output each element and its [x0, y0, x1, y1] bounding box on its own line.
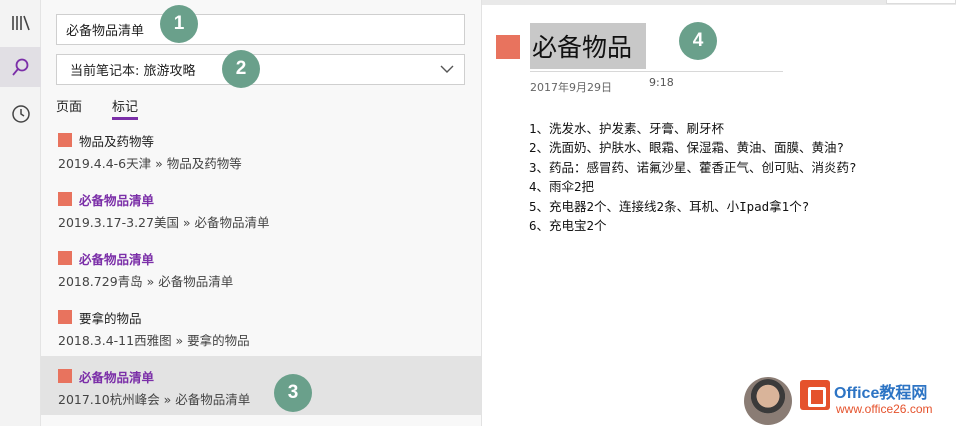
result-title: 物品及药物等 [79, 134, 155, 149]
chevron-down-icon [440, 63, 454, 79]
note-line: 2、洗面奶、护肤水、眼霜、保湿霜、黄油、面膜、黄油? [529, 140, 845, 156]
tab-tags[interactable]: 标记 [112, 96, 139, 120]
tag-icon [58, 133, 72, 147]
tag-icon [58, 251, 72, 265]
note-time: 9:18 [649, 76, 674, 89]
result-title: 要拿的物品 [79, 311, 142, 326]
search-icon [11, 57, 31, 77]
title-underline [530, 71, 783, 72]
tab-pages[interactable]: 页面 [56, 96, 82, 118]
note-title[interactable]: 必备物品 [530, 23, 646, 69]
recent-button[interactable] [0, 94, 41, 134]
callout-1: 1 [160, 5, 198, 43]
callout-2: 2 [222, 50, 260, 88]
list-item[interactable]: 必备物品清单 2019.3.17-3.27美国 » 必备物品清单 [41, 179, 481, 238]
notebooks-icon [11, 14, 31, 32]
callout-4: 4 [679, 22, 717, 60]
result-path: 2018.3.4-11西雅图 » 要拿的物品 [58, 333, 250, 348]
search-scope-value: 当前笔记本: 旅游攻略 [70, 64, 196, 79]
search-results: 物品及药物等 2019.4.4-6天津 » 物品及药物等 必备物品清单 2019… [41, 120, 481, 415]
result-path: 2019.4.4-6天津 » 物品及药物等 [58, 156, 242, 171]
list-item[interactable]: 必备物品清单 2018.729青岛 » 必备物品清单 [41, 238, 481, 297]
watermark-url: www.office26.com [836, 402, 933, 416]
result-tabs: 页面 标记 [56, 96, 168, 120]
tag-icon [58, 310, 72, 324]
tag-icon [496, 35, 520, 59]
notebooks-button[interactable] [0, 3, 41, 43]
tag-icon [58, 192, 72, 206]
watermark: Office教程网 www.office26.com [744, 374, 956, 426]
tag-icon [58, 369, 72, 383]
note-body[interactable]: 1、洗发水、护发素、牙膏、刷牙杯 2、洗面奶、护肤水、眼霜、保湿霜、黄油、面膜、… [529, 119, 949, 235]
search-scope-dropdown[interactable]: 当前笔记本: 旅游攻略 [56, 54, 465, 85]
note-line: 6、充电宝2个 [529, 218, 607, 234]
result-path: 2017.10杭州峰会 » 必备物品清单 [58, 392, 251, 407]
result-title: 必备物品清单 [79, 370, 155, 385]
note-line: 4、雨伞2把 [529, 179, 595, 195]
search-button[interactable] [0, 47, 41, 87]
search-pane: 必备物品清单 当前笔记本: 旅游攻略 页面 标记 物品及药物等 2019.4.4… [41, 0, 482, 426]
note-line: 5、充电器2个、连接线2条、耳机、小Ipad拿1个? [529, 198, 810, 214]
watermark-name: Office教程网 [834, 385, 928, 402]
recent-icon [11, 104, 31, 124]
callout-3: 3 [274, 374, 312, 412]
note-date: 2017年9月29日 [530, 81, 612, 94]
note-line: 1、洗发水、护发素、牙膏、刷牙杯 [529, 121, 725, 136]
list-item[interactable]: 物品及药物等 2019.4.4-6天津 » 物品及药物等 [41, 120, 481, 179]
list-item[interactable]: 要拿的物品 2018.3.4-11西雅图 » 要拿的物品 [41, 297, 481, 356]
avatar [744, 377, 792, 425]
search-input[interactable]: 必备物品清单 [56, 14, 465, 45]
list-item-selected[interactable]: 必备物品清单 2017.10杭州峰会 » 必备物品清单 [41, 356, 481, 415]
search-query: 必备物品清单 [66, 24, 145, 39]
window-edge-control [886, 0, 956, 4]
result-path: 2018.729青岛 » 必备物品清单 [58, 274, 234, 289]
result-path: 2019.3.17-3.27美国 » 必备物品清单 [58, 215, 270, 230]
office-logo-icon [800, 380, 830, 410]
note-page: 必备物品 2017年9月29日 9:18 1、洗发水、护发素、牙膏、刷牙杯 2、… [483, 5, 956, 426]
note-line: 3、药品：感冒药、诺氟沙星、藿香正气、创可贴、消炎药? [529, 159, 857, 175]
navigation-rail [0, 0, 41, 426]
result-title: 必备物品清单 [79, 193, 155, 208]
result-title: 必备物品清单 [79, 252, 155, 267]
